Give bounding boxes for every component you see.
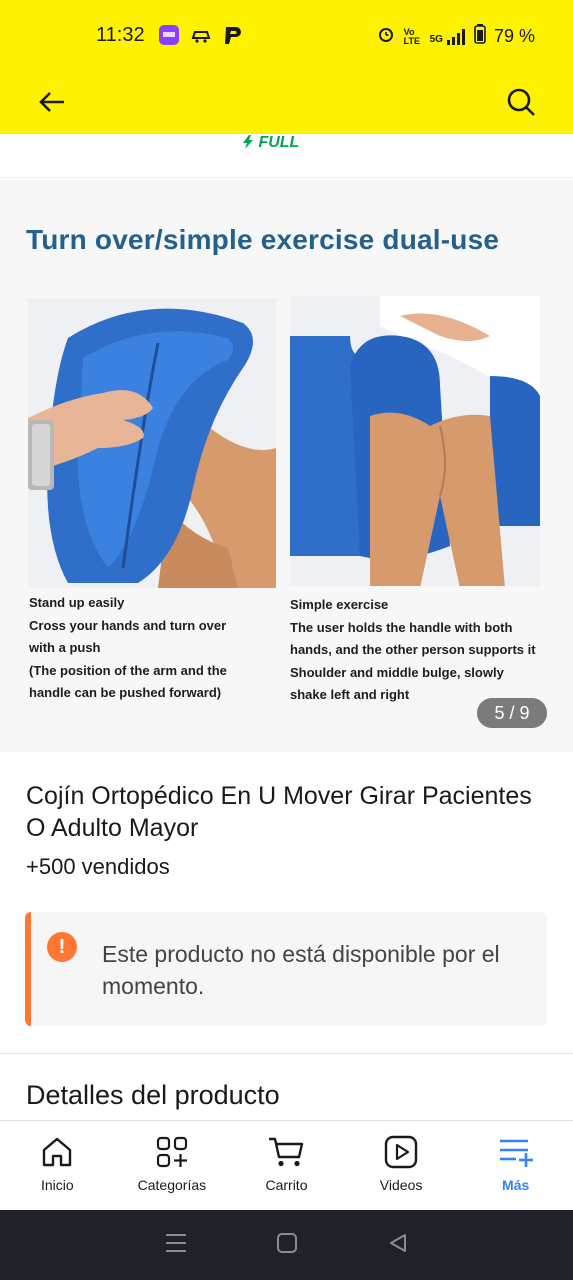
nav-item-carrito[interactable]: Carrito <box>229 1121 344 1210</box>
battery-percent: 79 % <box>493 26 535 46</box>
search-icon <box>507 88 535 116</box>
caption-line: with a push <box>29 640 101 655</box>
caption-line: Cross your hands and turn over <box>29 617 227 633</box>
caption-line: Shoulder and middle bulge, slowly <box>290 664 504 680</box>
product-image-gallery[interactable]: Turn over/simple exercise dual-use Stand… <box>0 180 573 752</box>
notification-icons <box>158 24 244 51</box>
caption-line: Simple exercise <box>290 597 389 612</box>
caption-line: The user holds the handle with both <box>290 619 513 635</box>
nav-item-videos[interactable]: Videos <box>344 1121 459 1210</box>
caption-line: handle can be pushed forward) <box>29 685 222 700</box>
square-home-icon <box>277 1232 298 1253</box>
bottom-navigation: Inicio Categorías Carrito Videos Más <box>0 1120 573 1210</box>
search-button[interactable] <box>499 80 543 124</box>
system-navigation-bar <box>0 1210 573 1280</box>
home-icon <box>43 1137 72 1167</box>
nav-label: Carrito <box>265 1177 308 1193</box>
nav-label: Más <box>502 1177 530 1193</box>
back-button[interactable] <box>30 80 74 124</box>
nav-item-inicio[interactable]: Inicio <box>0 1121 115 1210</box>
product-photo-exercise <box>290 296 540 586</box>
nav-label: Inicio <box>40 1177 74 1193</box>
previous-slide-peek: FULL <box>0 134 573 178</box>
p-app-icon <box>222 24 244 51</box>
sold-count: +500 vendidos <box>26 854 170 879</box>
section-divider <box>0 1053 573 1054</box>
triangle-back-icon <box>389 1233 406 1252</box>
alarm-icon <box>376 24 396 49</box>
nav-item-mas[interactable]: Más <box>458 1121 573 1210</box>
notice-accent-bar <box>25 912 31 1026</box>
notice-text: Este producto no está disponible por el … <box>102 941 500 999</box>
volte-indicator: Vo LTE <box>403 26 420 46</box>
full-shipping-badge: FULL <box>242 134 299 152</box>
battery-icon <box>474 24 486 49</box>
status-bar: 11:32 Vo LTE 5G 79 % <box>0 0 573 72</box>
gallery-image-title: Turn over/simple exercise dual-use <box>26 224 500 255</box>
recent-apps-icon <box>166 1233 187 1252</box>
lightning-icon <box>243 135 253 149</box>
product-photo-turn-over <box>28 298 276 588</box>
categories-icon <box>156 1136 187 1168</box>
network-type: 5G <box>429 33 443 45</box>
caption-line: Stand up easily <box>29 595 125 610</box>
car-icon <box>190 24 212 51</box>
gallery-page-counter: 5 / 9 <box>477 698 547 728</box>
full-badge-text: FULL <box>258 134 300 151</box>
caption-line: (The position of the arm and the <box>29 662 227 678</box>
unavailable-notice: ! Este producto no está disponible por e… <box>25 912 547 1026</box>
left-caption: Stand up easily Cross your hands and tur… <box>29 592 279 705</box>
product-title: Cojín Ortopédico En U Mover Girar Pacien… <box>26 782 532 842</box>
right-caption: Simple exercise The user holds the handl… <box>290 594 560 707</box>
recent-apps-button[interactable] <box>164 1232 188 1259</box>
signal-icon: 5G <box>429 28 466 45</box>
menu-plus-icon <box>499 1139 533 1167</box>
arrow-left-icon <box>39 92 64 112</box>
play-icon <box>384 1135 418 1169</box>
warning-icon: ! <box>47 932 77 962</box>
nav-item-categorias[interactable]: Categorías <box>115 1121 230 1210</box>
home-system-button[interactable] <box>276 1232 298 1259</box>
cart-icon <box>269 1137 304 1167</box>
status-indicators: Vo LTE 5G 79 % <box>376 24 535 49</box>
app-header <box>0 72 573 134</box>
status-time: 11:32 <box>96 24 145 46</box>
nav-label: Videos <box>379 1177 423 1193</box>
caption-line: hands, and the other person supports it <box>290 642 536 657</box>
product-details-heading: Detalles del producto <box>26 1080 280 1110</box>
back-system-button[interactable] <box>387 1232 409 1259</box>
app-notification-icon <box>158 24 180 51</box>
nav-label: Categorías <box>137 1177 207 1193</box>
